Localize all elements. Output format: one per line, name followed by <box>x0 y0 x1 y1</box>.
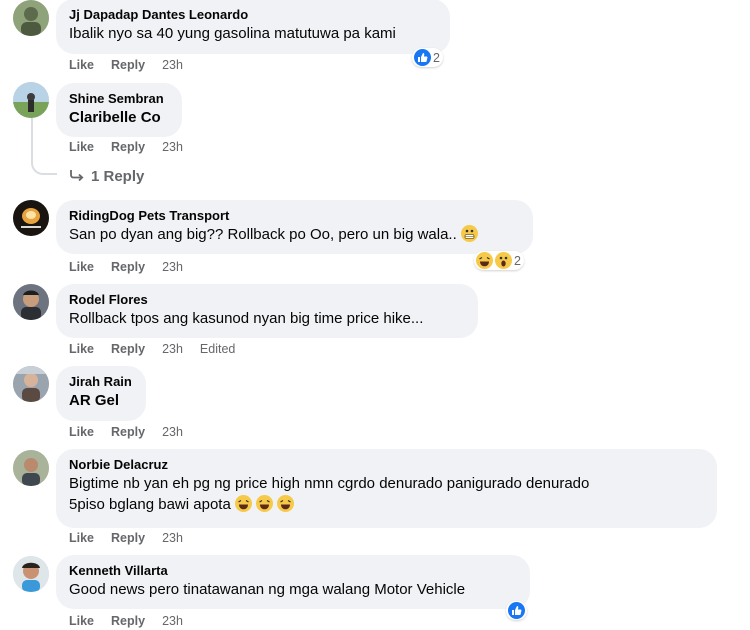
reaction-summary[interactable]: 2 <box>412 48 443 67</box>
like-button[interactable]: Like <box>69 140 94 154</box>
commenter-name[interactable]: RidingDog Pets Transport <box>69 207 520 224</box>
avatar[interactable] <box>13 284 49 320</box>
comment-actions: Like Reply 23h <box>69 260 183 274</box>
avatar[interactable] <box>13 450 49 486</box>
comment-bubble: Norbie Delacruz Bigtime nb yan eh pg ng … <box>56 449 717 528</box>
reply-button[interactable]: Reply <box>111 614 145 628</box>
like-button[interactable]: Like <box>69 260 94 274</box>
edited-label: Edited <box>199 342 236 356</box>
like-button[interactable]: Like <box>69 531 94 545</box>
like-reaction-icon <box>508 602 525 619</box>
comment-actions: Like Reply 23h <box>69 58 183 72</box>
reply-button[interactable]: Reply <box>111 425 145 439</box>
like-button[interactable]: Like <box>69 342 94 356</box>
comment-text-line2: 5piso bglang bawi apota <box>69 495 704 515</box>
comment-text: Good news pero tinatawanan ng mga walang… <box>69 581 466 598</box>
comment-bubble: Jj Dapadap Dantes Leonardo Ibalik nyo sa… <box>56 0 450 54</box>
reply-button[interactable]: Reply <box>111 140 145 154</box>
reply-arrow-icon <box>69 168 85 185</box>
replies-count[interactable]: 1 Reply <box>91 168 144 185</box>
avatar[interactable] <box>13 366 49 402</box>
grimace-emoji-icon <box>460 225 478 242</box>
comment-bubble: Jirah Rain AR Gel <box>56 366 146 421</box>
reply-button[interactable]: Reply <box>111 58 145 72</box>
wow-emoji-icon <box>495 252 512 269</box>
comment-actions: Like Reply 23h <box>69 425 183 439</box>
comment-text: Rollback tpos ang kasunod nyan big time … <box>69 310 424 327</box>
comment-text: Bigtime nb yan eh pg ng price high nmn c… <box>69 475 590 492</box>
commenter-name[interactable]: Rodel Flores <box>69 291 465 308</box>
reaction-count: 2 <box>514 253 521 268</box>
comment-text: Ibalik nyo sa 40 yung gasolina matutuwa … <box>69 25 396 42</box>
timestamp[interactable]: 23h <box>162 58 183 72</box>
timestamp[interactable]: 23h <box>162 140 183 154</box>
commenter-name[interactable]: Jj Dapadap Dantes Leonardo <box>69 6 437 23</box>
reply-button[interactable]: Reply <box>111 531 145 545</box>
like-button[interactable]: Like <box>69 425 94 439</box>
timestamp[interactable]: 23h <box>162 342 183 356</box>
reply-button[interactable]: Reply <box>111 342 145 356</box>
comment-text: AR Gel <box>69 392 120 409</box>
comment-text: Claribelle Co <box>69 109 161 126</box>
like-reaction-icon <box>414 49 431 66</box>
comment-actions: Like Reply 23h <box>69 614 183 628</box>
haha-emoji-icon <box>277 495 295 512</box>
timestamp[interactable]: 23h <box>162 531 183 545</box>
timestamp[interactable]: 23h <box>162 260 183 274</box>
reaction-count: 2 <box>433 50 440 65</box>
avatar[interactable] <box>13 82 49 118</box>
comment-actions: Like Reply 23h <box>69 140 183 154</box>
haha-emoji-icon <box>476 252 493 269</box>
commenter-name[interactable]: Jirah Rain <box>69 373 133 390</box>
comment-bubble: Rodel Flores Rollback tpos ang kasunod n… <box>56 284 478 338</box>
reaction-summary[interactable]: 2 <box>474 251 524 270</box>
commenter-name[interactable]: Shine Sembran <box>69 90 169 107</box>
timestamp[interactable]: 23h <box>162 614 183 628</box>
comment-actions: Like Reply 23h Edited <box>69 342 235 356</box>
reaction-summary[interactable] <box>506 601 527 620</box>
commenter-name[interactable]: Kenneth Villarta <box>69 562 517 579</box>
avatar[interactable] <box>13 200 49 236</box>
view-replies-link[interactable]: 1 Reply <box>69 168 144 185</box>
comment-text-content: San po dyan ang big?? Rollback po Oo, pe… <box>69 226 457 243</box>
comment-text: San po dyan ang big?? Rollback po Oo, pe… <box>69 225 520 245</box>
avatar[interactable] <box>13 556 49 592</box>
timestamp[interactable]: 23h <box>162 425 183 439</box>
like-button[interactable]: Like <box>69 58 94 72</box>
thread-connector <box>31 118 57 175</box>
comment-bubble: RidingDog Pets Transport San po dyan ang… <box>56 200 533 254</box>
comment-actions: Like Reply 23h <box>69 531 183 545</box>
commenter-name[interactable]: Norbie Delacruz <box>69 456 704 473</box>
reply-button[interactable]: Reply <box>111 260 145 274</box>
avatar[interactable] <box>13 0 49 36</box>
haha-emoji-icon <box>256 495 274 512</box>
comment-text-content: 5piso bglang bawi apota <box>69 496 231 513</box>
comment-bubble: Kenneth Villarta Good news pero tinatawa… <box>56 555 530 609</box>
haha-emoji-icon <box>234 495 252 512</box>
like-button[interactable]: Like <box>69 614 94 628</box>
comment-bubble: Shine Sembran Claribelle Co <box>56 83 182 137</box>
